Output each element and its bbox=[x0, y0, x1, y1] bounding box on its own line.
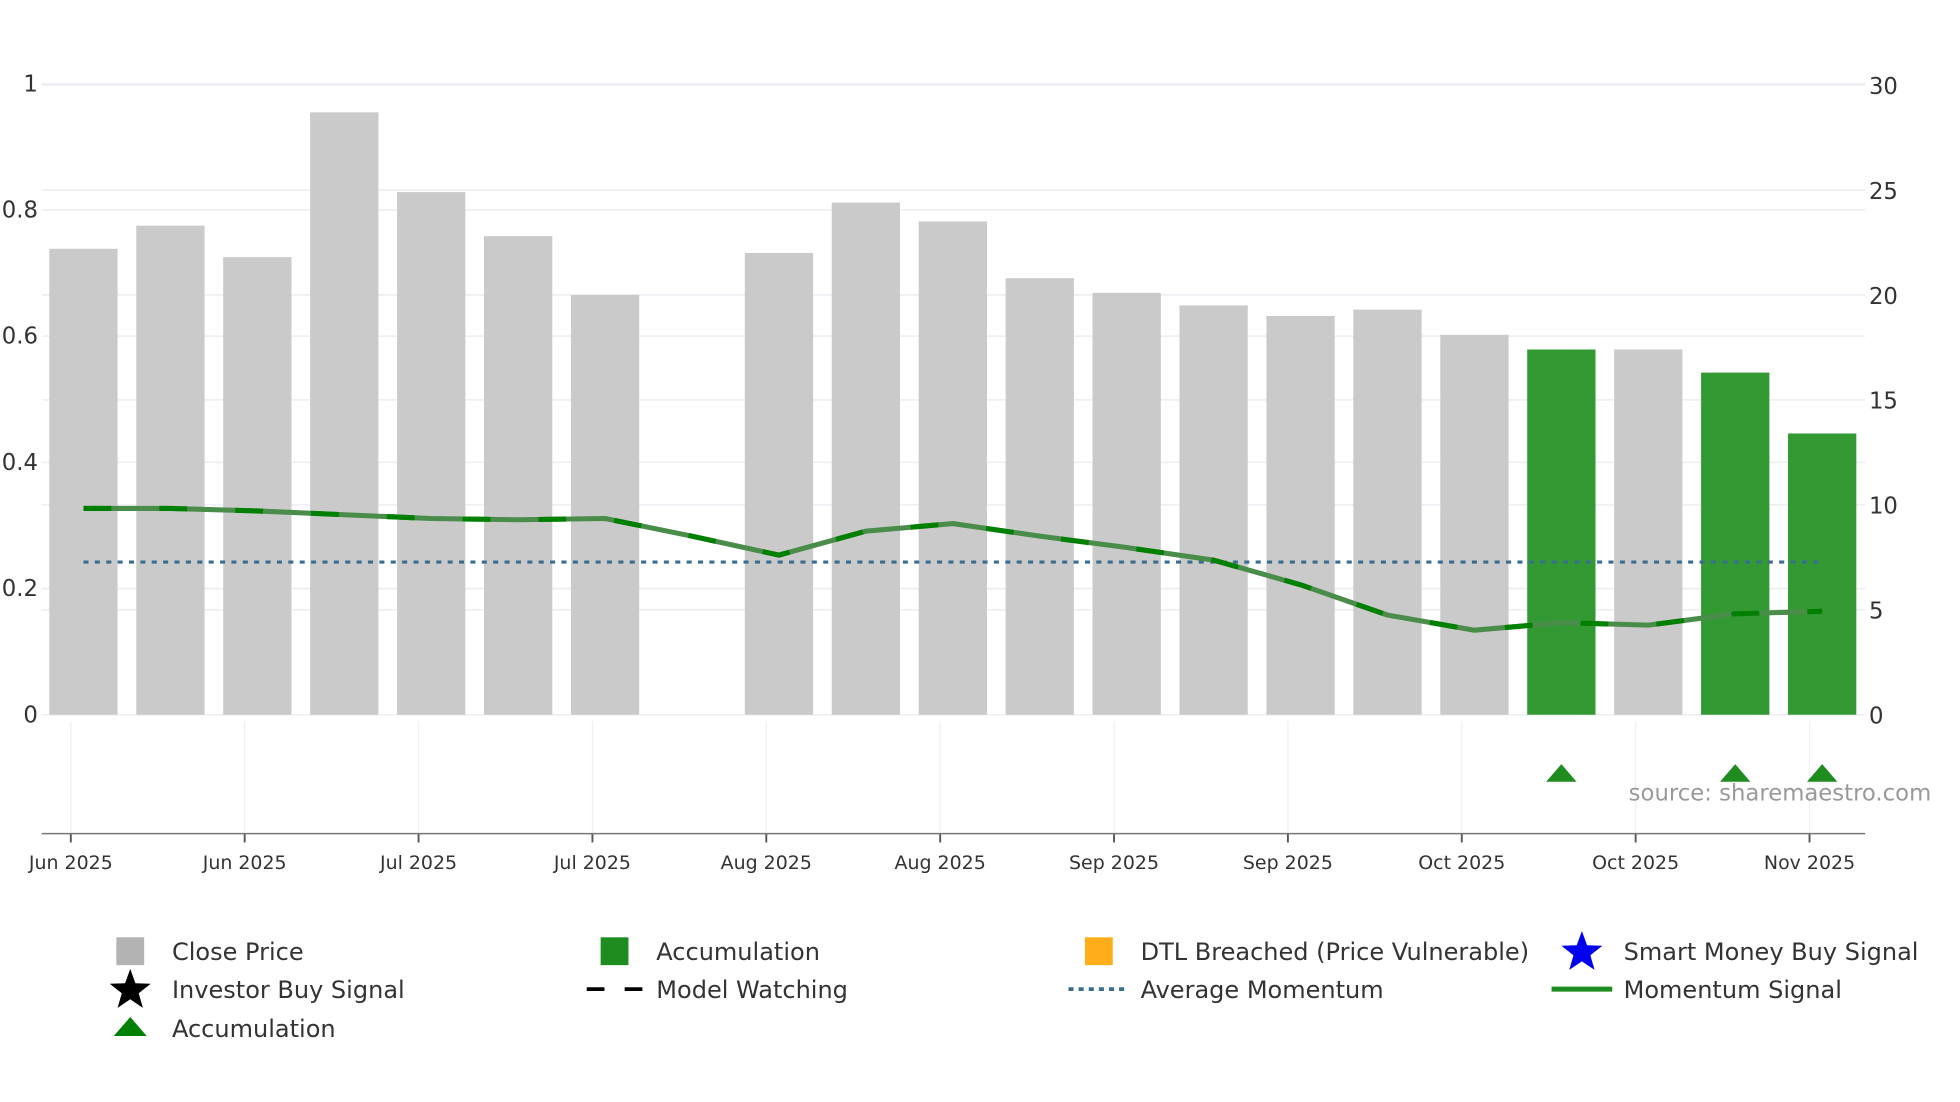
close-price-bar bbox=[570, 294, 640, 715]
x-tick-label: Nov 2025 bbox=[1764, 852, 1855, 874]
legend-label: Accumulation bbox=[172, 1015, 336, 1043]
close-price-bar bbox=[49, 248, 118, 715]
legend-star-icon bbox=[109, 968, 151, 1008]
chart: 00.20.40.60.81051015202530Jun 2025 Jun 20… bbox=[2, 71, 1932, 1043]
x-tick-label: Aug 2025 bbox=[721, 852, 812, 874]
accumulation-bar bbox=[1527, 349, 1596, 715]
legend-label: Smart Money Buy Signal bbox=[1624, 938, 1919, 966]
close-price-bar bbox=[1440, 334, 1509, 715]
legend: Close Price Accumulation DTL Breached (Pri… bbox=[109, 930, 1919, 1043]
close-price-bar bbox=[310, 112, 379, 715]
close-price-bar bbox=[223, 257, 292, 715]
x-tick-label: Jun 2025 bbox=[28, 852, 113, 874]
right-y-tick-label: 25 bbox=[1869, 179, 1898, 205]
x-tick-label: Aug 2025 bbox=[895, 852, 986, 874]
right-y-tick-label: 0 bbox=[1869, 704, 1883, 730]
x-tick-label: Oct 2025 bbox=[1592, 852, 1679, 874]
legend-star-icon bbox=[1561, 930, 1603, 970]
left-y-tick-label: 0 bbox=[23, 702, 37, 728]
close-price-bar bbox=[1614, 349, 1683, 715]
x-tick-label: Jul 2025 bbox=[379, 852, 457, 874]
legend-label: Accumulation bbox=[656, 938, 820, 966]
legend-square-icon bbox=[1084, 937, 1113, 966]
close-price-bar bbox=[1179, 305, 1248, 715]
x-tick-label: Sep 2025 bbox=[1069, 852, 1159, 874]
right-y-tick-label: 10 bbox=[1869, 494, 1898, 520]
left-y-tick-label: 0.4 bbox=[2, 450, 38, 476]
legend-label: Average Momentum bbox=[1141, 976, 1384, 1004]
legend-square-icon bbox=[116, 937, 145, 966]
legend-triangle-icon bbox=[113, 1016, 147, 1036]
x-tick-label: Sep 2025 bbox=[1243, 852, 1333, 874]
close-price-bar bbox=[1266, 315, 1335, 715]
close-price-bar bbox=[1092, 292, 1161, 715]
close-price-bar bbox=[1353, 309, 1422, 715]
legend-label: DTL Breached (Price Vulnerable) bbox=[1141, 938, 1529, 966]
close-price-bar bbox=[1005, 278, 1074, 715]
x-tick-label: Oct 2025 bbox=[1418, 852, 1505, 874]
source-label: source: sharemaestro.com bbox=[1629, 781, 1932, 807]
close-price-bar bbox=[483, 236, 553, 715]
close-price-bar bbox=[136, 225, 205, 715]
right-y-tick-label: 15 bbox=[1869, 389, 1898, 415]
x-tick-label: Jul 2025 bbox=[553, 852, 631, 874]
legend-label: Momentum Signal bbox=[1624, 976, 1842, 1004]
x-tick-label: Jun 2025 bbox=[202, 852, 287, 874]
accumulation-triangle-marker bbox=[1720, 764, 1751, 782]
left-y-tick-label: 0.2 bbox=[2, 576, 38, 602]
close-price-bar bbox=[918, 221, 987, 715]
right-y-tick-label: 5 bbox=[1869, 599, 1883, 625]
legend-label: Close Price bbox=[172, 938, 304, 966]
accumulation-triangle-marker bbox=[1806, 764, 1838, 782]
markers bbox=[1546, 764, 1838, 782]
legend-label: Investor Buy Signal bbox=[172, 976, 405, 1004]
legend-label: Model Watching bbox=[656, 976, 848, 1004]
left-y-tick-label: 0.8 bbox=[2, 198, 38, 224]
close-price-bar bbox=[397, 192, 466, 715]
left-y-tick-label: 1 bbox=[23, 71, 37, 97]
accumulation-bar bbox=[1788, 433, 1857, 715]
accumulation-triangle-marker bbox=[1546, 764, 1577, 782]
close-price-bar bbox=[744, 252, 814, 715]
left-y-tick-label: 0.6 bbox=[2, 324, 38, 350]
accumulation-bar bbox=[1701, 372, 1770, 715]
legend-square-icon bbox=[600, 937, 629, 966]
close-price-bar bbox=[831, 202, 901, 715]
right-y-tick-label: 30 bbox=[1869, 74, 1898, 100]
right-y-tick-label: 20 bbox=[1869, 284, 1898, 310]
